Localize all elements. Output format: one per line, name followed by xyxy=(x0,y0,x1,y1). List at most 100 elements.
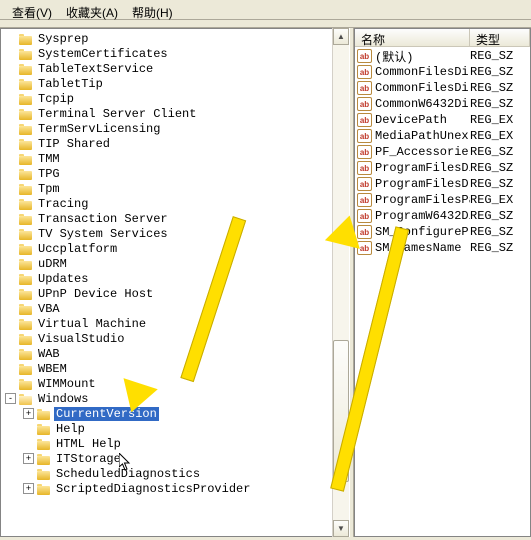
expand-icon[interactable]: + xyxy=(23,483,34,494)
tree-item-label: Windows xyxy=(36,392,90,406)
menu-favorites[interactable]: 收藏夹(A) xyxy=(60,2,124,17)
tree-item-label: Virtual Machine xyxy=(36,317,148,331)
tree-scrollbar[interactable]: ▲ ▼ xyxy=(332,28,349,537)
tree-item[interactable]: Updates xyxy=(5,271,332,286)
tree-item[interactable]: TableTextService xyxy=(5,61,332,76)
tree-item[interactable]: VBA xyxy=(5,301,332,316)
expand-icon[interactable]: + xyxy=(23,453,34,464)
folder-icon xyxy=(19,33,33,45)
tree-item[interactable]: VisualStudio xyxy=(5,331,332,346)
list-row[interactable]: ab(默认)REG_SZ xyxy=(355,48,530,64)
tree-item[interactable]: ScheduledDiagnostics xyxy=(5,466,332,481)
tree-item-label: TMM xyxy=(36,152,62,166)
tree-item-label: VBA xyxy=(36,302,62,316)
tree-item[interactable]: TV System Services xyxy=(5,226,332,241)
no-expander xyxy=(5,303,16,314)
list-row[interactable]: abSM_GamesNameREG_SZ xyxy=(355,240,530,256)
value-type: REG_SZ xyxy=(470,97,513,111)
tree-item[interactable]: Tracing xyxy=(5,196,332,211)
tree-item[interactable]: Virtual Machine xyxy=(5,316,332,331)
tree-item[interactable]: WIMMount xyxy=(5,376,332,391)
list-row[interactable]: abProgramW6432DirREG_SZ xyxy=(355,208,530,224)
tree-item[interactable]: Tcpip xyxy=(5,91,332,106)
tree-item[interactable]: WBEM xyxy=(5,361,332,376)
tree-item-label: WAB xyxy=(36,347,62,361)
tree-item[interactable]: +CurrentVersion xyxy=(5,406,332,421)
tree-item-label: TV System Services xyxy=(36,227,170,241)
folder-icon xyxy=(19,213,33,225)
list-row[interactable]: abCommonFilesDi...REG_SZ xyxy=(355,80,530,96)
menu-view[interactable]: 查看(V) xyxy=(6,2,58,17)
tree-item-label: Terminal Server Client xyxy=(36,107,198,121)
tree-item[interactable]: TIP Shared xyxy=(5,136,332,151)
list-row[interactable]: abCommonFilesDirREG_SZ xyxy=(355,64,530,80)
string-value-icon: ab xyxy=(357,49,372,63)
no-expander xyxy=(5,108,16,119)
folder-icon xyxy=(19,78,33,90)
folder-icon xyxy=(19,378,33,390)
tree-item[interactable]: Transaction Server xyxy=(5,211,332,226)
tree-item[interactable]: Terminal Server Client xyxy=(5,106,332,121)
folder-icon xyxy=(19,363,33,375)
list-row[interactable]: abProgramFilesD...REG_SZ xyxy=(355,176,530,192)
menu-help[interactable]: 帮助(H) xyxy=(126,2,179,17)
no-expander xyxy=(5,348,16,359)
folder-icon xyxy=(19,138,33,150)
list-row[interactable]: abDevicePathREG_EX xyxy=(355,112,530,128)
tree-pane: SysprepSystemCertificatesTableTextServic… xyxy=(0,28,332,537)
string-value-icon: ab xyxy=(357,81,372,95)
tree-item[interactable]: TMM xyxy=(5,151,332,166)
collapse-icon[interactable]: - xyxy=(5,393,16,404)
tree-item[interactable]: Help xyxy=(5,421,332,436)
list-row[interactable]: abSM_ConfigureP...REG_SZ xyxy=(355,224,530,240)
folder-icon xyxy=(37,408,51,420)
registry-tree[interactable]: SysprepSystemCertificatesTableTextServic… xyxy=(1,29,332,498)
folder-icon xyxy=(37,468,51,480)
tree-item[interactable]: +ITStorage xyxy=(5,451,332,466)
expand-icon[interactable]: + xyxy=(23,408,34,419)
value-list[interactable]: ab(默认)REG_SZabCommonFilesDirREG_SZabComm… xyxy=(355,47,530,257)
tree-item[interactable]: +ScriptedDiagnosticsProvider xyxy=(5,481,332,496)
column-type[interactable]: 类型 xyxy=(470,29,530,46)
tree-item[interactable]: UPnP Device Host xyxy=(5,286,332,301)
folder-icon xyxy=(19,288,33,300)
tree-item-label: TPG xyxy=(36,167,62,181)
folder-icon xyxy=(19,198,33,210)
tree-item[interactable]: TermServLicensing xyxy=(5,121,332,136)
value-type: REG_EX xyxy=(470,129,513,143)
scroll-up-button[interactable]: ▲ xyxy=(333,28,349,45)
tree-item[interactable]: Sysprep xyxy=(5,31,332,46)
tree-item[interactable]: TPG xyxy=(5,166,332,181)
column-name[interactable]: 名称 xyxy=(355,29,470,46)
list-row[interactable]: abPF_Accessorie...REG_SZ xyxy=(355,144,530,160)
no-expander xyxy=(5,378,16,389)
tree-item-label: Help xyxy=(54,422,87,436)
tree-item[interactable]: WAB xyxy=(5,346,332,361)
scroll-down-button[interactable]: ▼ xyxy=(333,520,349,537)
folder-icon xyxy=(19,228,33,240)
tree-item[interactable]: Uccplatform xyxy=(5,241,332,256)
value-type: REG_SZ xyxy=(470,225,513,239)
no-expander xyxy=(5,288,16,299)
scroll-track[interactable] xyxy=(333,45,349,520)
tree-item-label: Transaction Server xyxy=(36,212,170,226)
value-type: REG_SZ xyxy=(470,65,513,79)
value-type: REG_SZ xyxy=(470,49,513,63)
list-row[interactable]: abMediaPathUnex...REG_EX xyxy=(355,128,530,144)
list-row[interactable]: abProgramFilesPathREG_EX xyxy=(355,192,530,208)
tree-item[interactable]: - Windows xyxy=(5,391,332,406)
string-value-icon: ab xyxy=(357,241,372,255)
list-row[interactable]: abCommonW6432DirREG_SZ xyxy=(355,96,530,112)
tree-item[interactable]: HTML Help xyxy=(5,436,332,451)
tree-item[interactable]: SystemCertificates xyxy=(5,46,332,61)
value-name: MediaPathUnex... xyxy=(375,129,470,143)
tree-item[interactable]: TabletTip xyxy=(5,76,332,91)
tree-item-label: Tcpip xyxy=(36,92,76,106)
value-type: REG_SZ xyxy=(470,177,513,191)
list-row[interactable]: abProgramFilesDirREG_SZ xyxy=(355,160,530,176)
value-name: ProgramW6432Dir xyxy=(375,209,470,223)
tree-item[interactable]: uDRM xyxy=(5,256,332,271)
tree-item[interactable]: Tpm xyxy=(5,181,332,196)
value-name: CommonW6432Dir xyxy=(375,97,470,111)
scroll-thumb[interactable] xyxy=(333,340,349,483)
